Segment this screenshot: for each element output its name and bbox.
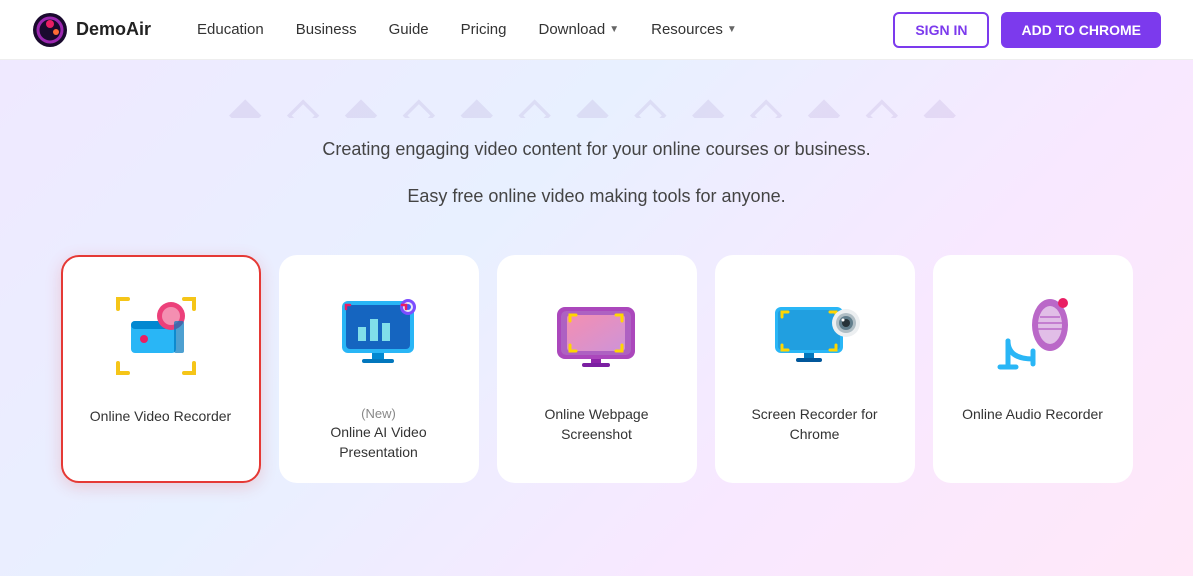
- navbar: DemoAir Education Business Guide Pricing…: [0, 0, 1193, 60]
- card-label-webpage-screenshot: Online Webpage Screenshot: [513, 405, 681, 444]
- card-icon-video-recorder: [106, 281, 216, 391]
- card-new-badge: (New): [361, 405, 396, 423]
- nav-actions: SIGN IN ADD TO CHROME: [893, 12, 1161, 48]
- hero-line1: Creating engaging video content for your…: [20, 134, 1173, 165]
- hero-section: ◆ ◇ ◆ ◇ ◆ ◇ ◆ ◇ ◆ ◇ ◆ ◇ ◆ Creating engag…: [0, 60, 1193, 231]
- download-dropdown-arrow: ▼: [609, 24, 619, 35]
- nav-links: Education Business Guide Pricing Downloa…: [183, 13, 893, 46]
- card-online-video-recorder[interactable]: Online Video Recorder: [61, 255, 261, 482]
- brand-name: DemoAir: [76, 19, 151, 40]
- card-screen-recorder-chrome[interactable]: Screen Recorder for Chrome: [715, 255, 915, 482]
- card-icon-audio-recorder: [978, 279, 1088, 389]
- card-label-video-recorder: Online Video Recorder: [90, 407, 231, 427]
- hero-bg-text: ◆ ◇ ◆ ◇ ◆ ◇ ◆ ◇ ◆ ◇ ◆ ◇ ◆: [20, 90, 1173, 118]
- card-icon-ai-presentation: [324, 279, 434, 389]
- card-label-audio-recorder: Online Audio Recorder: [962, 405, 1103, 425]
- nav-pricing[interactable]: Pricing: [447, 13, 521, 46]
- nav-guide[interactable]: Guide: [375, 13, 443, 46]
- resources-dropdown-arrow: ▼: [727, 24, 737, 35]
- card-icon-screen-recorder: [760, 279, 870, 389]
- add-to-chrome-button[interactable]: ADD TO CHROME: [1001, 12, 1161, 48]
- card-icon-webpage-screenshot: [542, 279, 652, 389]
- logo-icon: [32, 12, 68, 48]
- cards-section: Online Video Recorder: [0, 231, 1193, 506]
- card-audio-recorder[interactable]: Online Audio Recorder: [933, 255, 1133, 482]
- card-label-screen-recorder: Screen Recorder for Chrome: [731, 405, 899, 444]
- nav-download[interactable]: Download ▼: [525, 13, 634, 46]
- logo[interactable]: DemoAir: [32, 12, 151, 48]
- card-label-ai-presentation: Online AI Video Presentation: [295, 423, 463, 462]
- nav-resources[interactable]: Resources ▼: [637, 13, 751, 46]
- card-ai-video-presentation[interactable]: (New) Online AI Video Presentation: [279, 255, 479, 482]
- sign-in-button[interactable]: SIGN IN: [893, 12, 989, 48]
- card-webpage-screenshot[interactable]: Online Webpage Screenshot: [497, 255, 697, 482]
- nav-business[interactable]: Business: [282, 13, 371, 46]
- nav-education[interactable]: Education: [183, 13, 278, 46]
- hero-line2: Easy free online video making tools for …: [20, 181, 1173, 212]
